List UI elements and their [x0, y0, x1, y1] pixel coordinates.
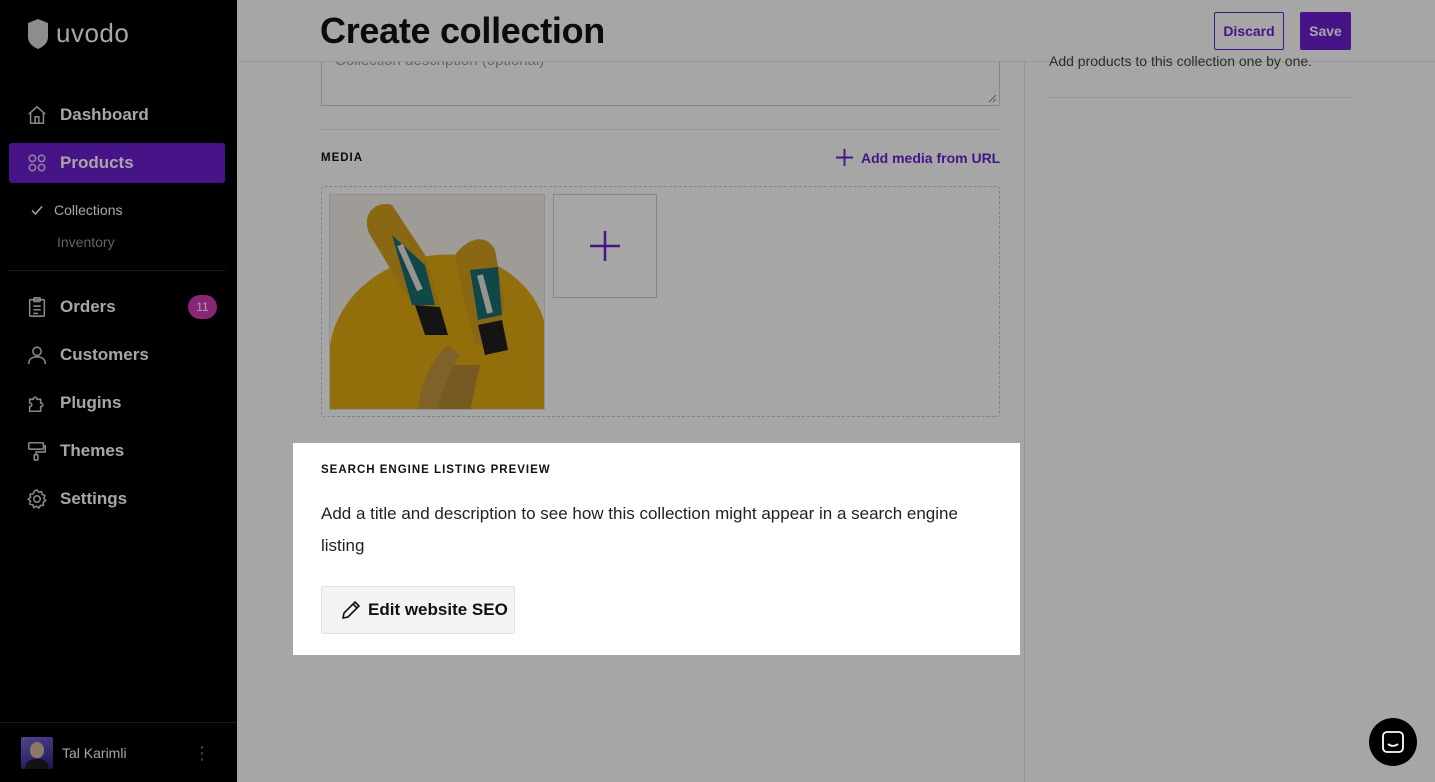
page-title: Create collection: [320, 10, 605, 51]
clipboard-icon: [28, 297, 46, 317]
nav-themes-label: Themes: [60, 441, 125, 460]
orders-count-badge: 11: [188, 295, 217, 319]
nav-customers-label: Customers: [60, 345, 149, 364]
paint-roller-icon: [27, 441, 47, 461]
plus-icon: [590, 231, 620, 261]
nav-plugins-label: Plugins: [60, 393, 122, 412]
user-icon: [27, 346, 47, 365]
resize-grip-icon[interactable]: [987, 93, 997, 103]
pencil-icon: [341, 600, 361, 620]
nav-orders-label: Orders: [60, 297, 116, 316]
nav-settings[interactable]: Settings: [9, 479, 225, 519]
column-divider: [1024, 62, 1025, 782]
brand-logo[interactable]: uvodo: [26, 18, 129, 49]
puzzle-icon: [28, 396, 44, 413]
add-media-from-url-button[interactable]: Add media from URL: [835, 148, 1000, 167]
nav-products-label: Products: [60, 153, 134, 172]
subnav-inventory[interactable]: Inventory: [57, 234, 115, 250]
nav-dashboard[interactable]: Dashboard: [9, 95, 225, 135]
add-media-label: Add media from URL: [861, 149, 1001, 166]
plus-icon: [835, 148, 854, 167]
seo-preview-panel: SEARCH ENGINE LISTING PREVIEW Add a titl…: [293, 443, 1020, 655]
media-section-label: MEDIA: [321, 152, 364, 164]
gear-icon: [27, 488, 47, 510]
seo-section-title: SEARCH ENGINE LISTING PREVIEW: [321, 464, 551, 476]
subnav-inventory-label: Inventory: [57, 234, 115, 250]
media-thumbnail-sneakers[interactable]: [329, 194, 545, 410]
add-media-tile[interactable]: [553, 194, 657, 298]
user-name: Tal Karimli: [62, 744, 127, 761]
discard-button[interactable]: Discard: [1214, 12, 1284, 50]
user-profile[interactable]: Tal Karimli ⋮: [0, 722, 237, 782]
collection-help-text: Add products to this collection one by o…: [1049, 53, 1313, 69]
avatar: [21, 736, 53, 769]
sneakers-image: [330, 195, 544, 409]
nav-settings-label: Settings: [60, 489, 128, 508]
seo-description: Add a title and description to see how t…: [321, 504, 958, 555]
sidebar: uvodo Dashboard Products Collections Inv…: [0, 0, 237, 782]
right-divider: [1049, 97, 1352, 98]
edit-website-seo-button[interactable]: Edit website SEO: [321, 586, 515, 634]
uvodo-logo-icon: [28, 18, 48, 49]
section-divider: [321, 129, 1000, 130]
chat-icon: [1382, 731, 1404, 753]
subnav-collections[interactable]: Collections: [30, 202, 122, 218]
check-icon: [31, 206, 43, 216]
nav-orders[interactable]: Orders 11: [9, 287, 225, 327]
subnav-collections-label: Collections: [54, 202, 123, 218]
nav-plugins[interactable]: Plugins: [9, 383, 225, 423]
sidebar-divider: [9, 270, 225, 271]
brand-name: uvodo: [56, 18, 130, 48]
chat-launcher[interactable]: [1369, 718, 1417, 766]
home-icon: [28, 105, 46, 125]
nav-dashboard-label: Dashboard: [60, 105, 149, 124]
grid-icon: [28, 154, 46, 172]
nav-themes[interactable]: Themes: [9, 431, 225, 471]
edit-seo-label: Edit website SEO: [368, 600, 508, 619]
more-vertical-icon[interactable]: ⋮: [193, 744, 211, 762]
save-button[interactable]: Save: [1300, 12, 1351, 50]
nav-customers[interactable]: Customers: [9, 335, 225, 375]
nav-products[interactable]: Products: [9, 143, 225, 183]
main-content: Collection description (optional) Create…: [237, 0, 1435, 782]
